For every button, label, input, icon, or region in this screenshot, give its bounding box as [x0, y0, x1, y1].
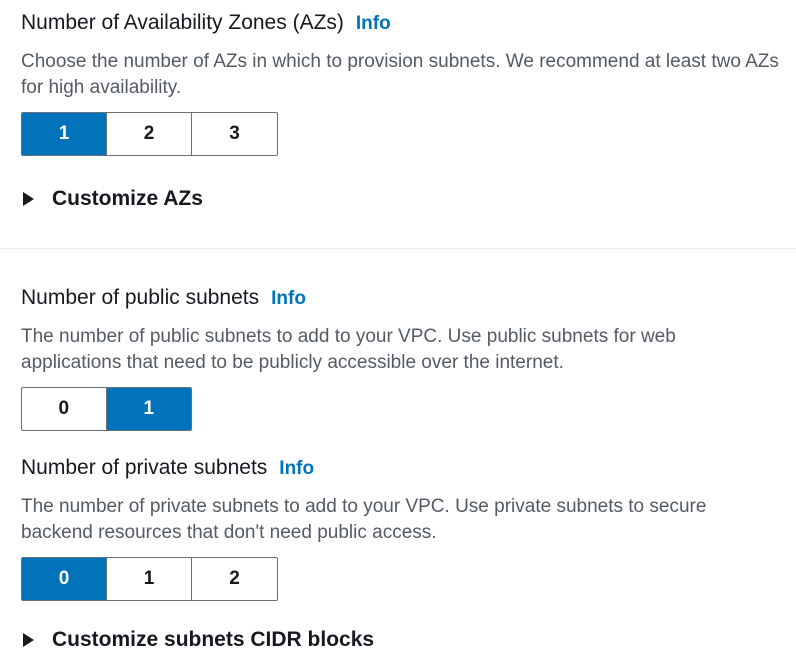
public-subnets-info-link[interactable]: Info — [271, 288, 306, 309]
public-subnets-title: Number of public subnets — [21, 286, 260, 309]
az-section: Number of Availability Zones (AZs) Info C… — [21, 10, 781, 156]
customize-azs-expander[interactable]: Customize AZs — [21, 187, 203, 211]
az-option-1[interactable]: 1 — [22, 113, 107, 155]
az-option-3[interactable]: 3 — [192, 113, 277, 155]
caret-right-icon — [23, 192, 34, 206]
public-subnets-section: Number of public subnets Info The number … — [21, 285, 781, 431]
public-subnets-option-0[interactable]: 0 — [22, 388, 107, 430]
private-subnets-option-1[interactable]: 1 — [107, 558, 192, 600]
private-subnets-option-2[interactable]: 2 — [192, 558, 277, 600]
az-title-row: Number of Availability Zones (AZs) Info — [21, 10, 781, 37]
customize-subnets-cidr-label: Customize subnets CIDR blocks — [52, 628, 375, 651]
private-subnets-description: The number of private subnets to add to … — [21, 496, 707, 543]
az-description: Choose the number of AZs in which to pro… — [21, 51, 779, 98]
private-subnets-segmented-control: 0 1 2 — [21, 557, 278, 601]
public-subnets-title-row: Number of public subnets Info — [21, 285, 781, 312]
private-subnets-title: Number of private subnets — [21, 456, 268, 479]
customize-subnets-cidr-expander[interactable]: Customize subnets CIDR blocks — [21, 628, 374, 652]
private-subnets-info-link[interactable]: Info — [279, 458, 314, 479]
customize-azs-label: Customize AZs — [52, 187, 203, 210]
az-segmented-control: 1 2 3 — [21, 112, 278, 156]
public-subnets-description: The number of public subnets to add to y… — [21, 326, 676, 373]
private-subnets-section: Number of private subnets Info The number… — [21, 455, 781, 601]
az-info-link[interactable]: Info — [356, 13, 391, 34]
caret-right-icon — [23, 633, 34, 647]
az-title: Number of Availability Zones (AZs) — [21, 11, 344, 34]
private-subnets-option-0[interactable]: 0 — [22, 558, 107, 600]
private-subnets-title-row: Number of private subnets Info — [21, 455, 781, 482]
az-option-2[interactable]: 2 — [107, 113, 192, 155]
public-subnets-option-1[interactable]: 1 — [106, 388, 191, 430]
public-subnets-segmented-control: 0 1 — [21, 387, 192, 431]
section-divider — [0, 248, 796, 249]
